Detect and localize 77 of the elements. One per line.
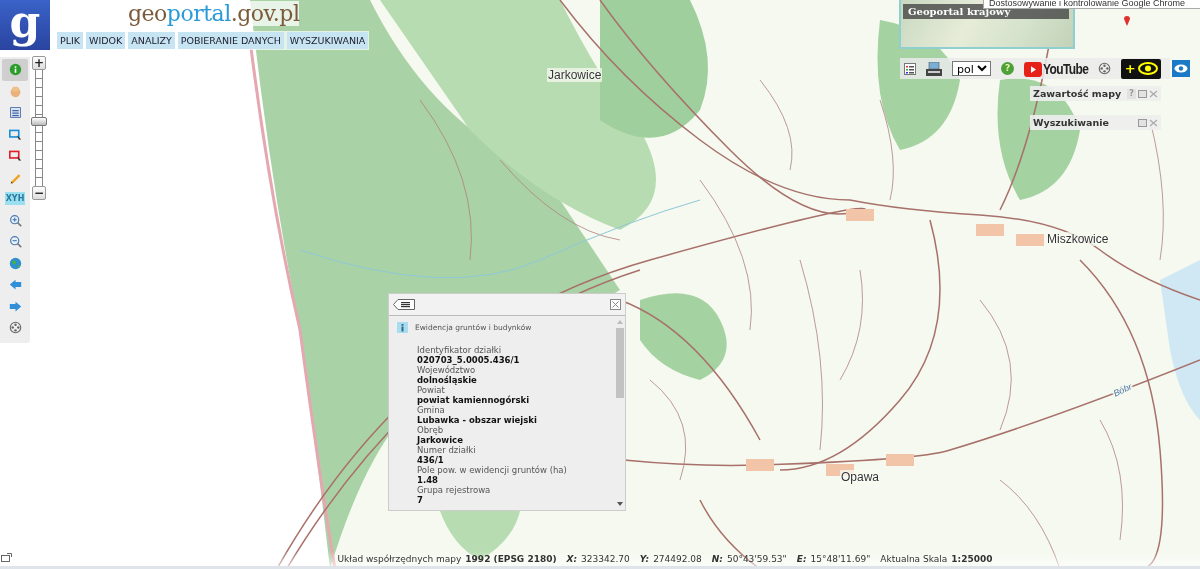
scroll-down-icon[interactable] — [616, 502, 623, 506]
status-value: 15°48'11.69" — [810, 553, 871, 564]
field-label: Województwo — [417, 365, 476, 375]
field-value: powiat kamiennogórski — [417, 395, 531, 405]
field-label: Powiat — [417, 385, 446, 395]
status-value: 1992 (EPSG 2180) — [465, 553, 557, 564]
browser-tooltip: Dostosowywanie i kontrolowanie Google Chrome — [983, 0, 1200, 9]
tool-button[interactable] — [2, 59, 28, 81]
field-label: Obręb — [417, 425, 445, 435]
field-label: Pole pow. w ewidencji gruntów (ha) — [417, 465, 568, 475]
place-label: Miszkowice — [1046, 232, 1110, 246]
language-select[interactable]: pol — [952, 61, 991, 76]
close-icon[interactable] — [1149, 89, 1158, 98]
panel-header[interactable]: Zawartość mapy ? — [1030, 86, 1161, 101]
zoom-in-button[interactable]: + — [32, 56, 46, 70]
field-label: Identyfikator działki — [417, 345, 503, 355]
menu-item[interactable]: ANALIZY — [128, 32, 175, 49]
menu-item[interactable]: WYSZUKIWANIA — [286, 32, 369, 49]
menu-item[interactable]: POBIERANIE DANYCH — [177, 32, 284, 49]
place-label: Jarkowice — [547, 68, 603, 82]
contrast-button[interactable]: + — [1121, 58, 1162, 79]
status-text: E: — [796, 553, 807, 564]
maximize-icon[interactable] — [1138, 89, 1147, 98]
status-text: Y: — [639, 553, 650, 564]
status-text: Układ współrzędnych mapy — [337, 553, 462, 564]
zoom-out-button[interactable]: − — [32, 186, 46, 200]
list-back-icon[interactable] — [393, 299, 415, 310]
field-label: Gmina — [417, 405, 446, 415]
zoom-in-icon — [8, 213, 22, 227]
field-value: dolnośląskie — [417, 375, 478, 385]
maximize-icon[interactable] — [1138, 118, 1147, 127]
eye-icon — [1138, 62, 1159, 75]
panel-title: Wyszukiwanie — [1033, 117, 1110, 128]
reel-icon — [8, 321, 22, 335]
field-value: 1.48 — [417, 475, 439, 485]
status-value: 323342.70 — [581, 553, 630, 564]
info-icon — [397, 322, 408, 333]
pin-icon — [1124, 16, 1130, 26]
eye-icon — [1174, 64, 1188, 73]
info-icon — [8, 63, 22, 77]
field-value: Jarkowice — [417, 435, 464, 445]
status-value: 1:25000 — [951, 553, 993, 564]
rectangle-select-icon — [8, 149, 22, 163]
forward-arrow-icon — [8, 299, 22, 313]
rectangle-select-icon — [8, 127, 22, 141]
zoom-out-icon — [8, 235, 22, 249]
back-arrow-icon — [8, 278, 22, 292]
field-value: 436/1 — [417, 455, 445, 465]
status-text: Aktualna Skala — [880, 553, 948, 564]
field-label: Numer działki — [417, 445, 477, 455]
field-value: Lubawka - obszar wiejski — [417, 415, 538, 425]
globe-icon — [8, 256, 22, 270]
field-value: 020703_5.0005.436/1 — [417, 355, 521, 365]
menu-item[interactable]: PLIK — [57, 32, 84, 49]
status-text: N: — [711, 553, 723, 564]
play-icon — [1024, 61, 1042, 76]
panel-header[interactable]: Wyszukiwanie — [1030, 115, 1161, 130]
eye-button[interactable] — [1172, 60, 1190, 77]
field-value: 7 — [417, 495, 424, 505]
site-name: geoportal.gov.pl — [128, 1, 300, 26]
status-text: X: — [566, 553, 578, 564]
place-label: Opawa — [840, 470, 881, 484]
reel-icon[interactable] — [1098, 62, 1112, 75]
field-label: Grupa rejestrowa — [417, 485, 492, 495]
logo[interactable]: g — [0, 0, 50, 50]
status-value: 50°43'59.53" — [726, 553, 787, 564]
zoom-slider-thumb[interactable] — [31, 117, 47, 127]
panel-title: Zawartość mapy — [1033, 88, 1123, 99]
menu-item[interactable]: WIDOK — [86, 32, 126, 49]
layer-icon[interactable] — [926, 61, 942, 76]
status-value: 274492.08 — [653, 553, 702, 564]
window-icon[interactable] — [1, 553, 12, 562]
list-icon[interactable] — [904, 62, 916, 75]
close-icon[interactable] — [610, 299, 621, 310]
video-link[interactable]: YouTube — [1024, 60, 1089, 77]
close-icon[interactable] — [1149, 118, 1158, 127]
list-icon — [8, 106, 22, 120]
